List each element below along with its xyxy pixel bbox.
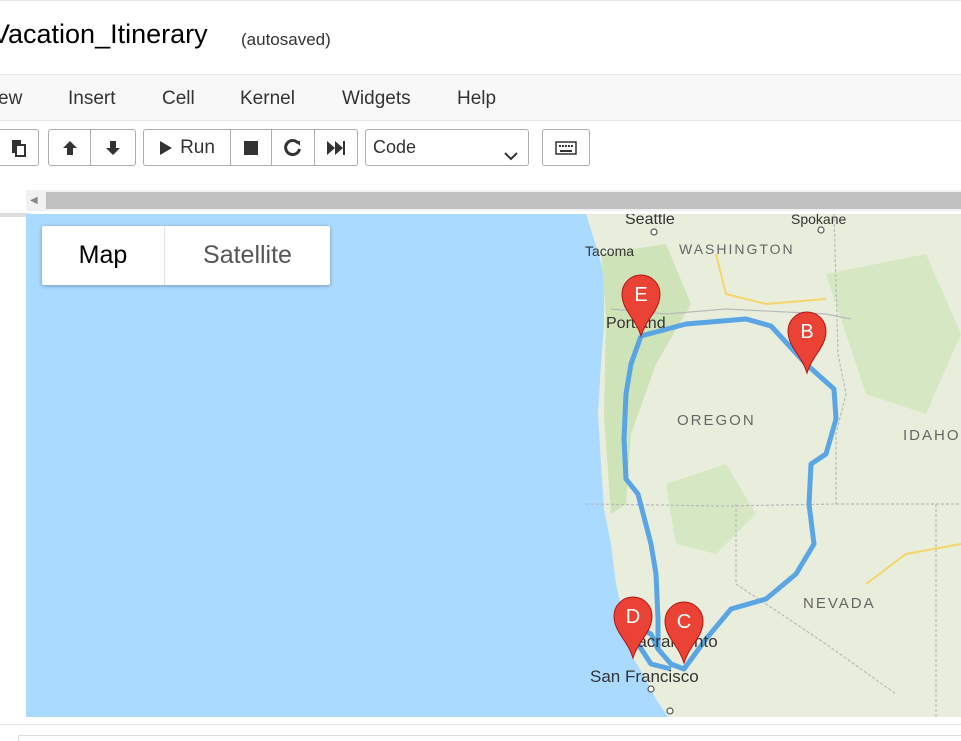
scroll-left-icon[interactable]: ◀ bbox=[30, 195, 38, 206]
horizontal-scrollbar[interactable]: ◀ bbox=[26, 190, 961, 211]
move-up-button[interactable] bbox=[48, 129, 91, 166]
next-cell[interactable] bbox=[0, 724, 961, 741]
arrow-up-icon bbox=[61, 139, 79, 157]
state-label: NEVADA bbox=[803, 595, 876, 612]
stop-button[interactable] bbox=[230, 129, 272, 166]
cell-type-value: Code bbox=[373, 137, 417, 157]
restart-button[interactable] bbox=[271, 129, 315, 166]
marker-label: C bbox=[677, 611, 691, 633]
marker-label: B bbox=[800, 321, 813, 343]
run-button[interactable]: Run bbox=[143, 129, 231, 166]
menu-bar: ew Insert Cell Kernel Widgets Help bbox=[0, 74, 961, 121]
scrollbar-thumb[interactable] bbox=[46, 192, 961, 209]
map-type-map-button[interactable]: Map bbox=[42, 226, 165, 285]
notebook-title[interactable]: Vacation_Itinerary bbox=[0, 19, 208, 50]
state-label: OREGON bbox=[677, 412, 756, 429]
cell-type-select[interactable]: Code bbox=[365, 129, 529, 166]
keyboard-icon bbox=[555, 140, 577, 155]
next-cell-border bbox=[18, 735, 961, 741]
autosave-status: (autosaved) bbox=[241, 30, 331, 49]
city-label: Seattle bbox=[625, 214, 675, 228]
menu-insert[interactable]: Insert bbox=[68, 88, 116, 110]
cell-prompt-area bbox=[0, 173, 26, 714]
command-palette-button[interactable] bbox=[542, 129, 590, 166]
city-label: San Francisco bbox=[590, 667, 699, 686]
city-label: Spokane bbox=[791, 214, 846, 227]
map-type-control: Map Satellite bbox=[42, 226, 330, 285]
map-type-satellite-button[interactable]: Satellite bbox=[165, 226, 330, 285]
menu-view[interactable]: ew bbox=[0, 88, 22, 110]
city-label: Tacoma bbox=[585, 243, 634, 259]
output-cell: ◀ Seattle Spokane Tacoma WASHINGTON OREG… bbox=[0, 173, 961, 740]
menu-help[interactable]: Help bbox=[457, 88, 496, 110]
city-dot bbox=[647, 685, 655, 693]
play-icon bbox=[159, 140, 173, 156]
state-label: IDAHO bbox=[903, 427, 961, 444]
menu-cell[interactable]: Cell bbox=[162, 88, 195, 110]
city-dot bbox=[666, 707, 674, 715]
toolbar: Run Code bbox=[0, 121, 961, 173]
run-all-button[interactable] bbox=[314, 129, 358, 166]
paste-icon bbox=[8, 138, 28, 158]
marker-label: E bbox=[634, 284, 647, 306]
menu-widgets[interactable]: Widgets bbox=[342, 88, 411, 110]
menu-kernel[interactable]: Kernel bbox=[240, 88, 295, 110]
paste-button[interactable] bbox=[0, 129, 39, 166]
city-dot bbox=[817, 226, 825, 234]
state-label: WASHINGTON bbox=[679, 241, 795, 257]
arrow-down-icon bbox=[104, 139, 122, 157]
chevron-down-icon bbox=[504, 140, 518, 175]
move-down-button[interactable] bbox=[90, 129, 136, 166]
fast-forward-icon bbox=[326, 140, 346, 156]
map-canvas[interactable]: Seattle Spokane Tacoma WASHINGTON Portla… bbox=[26, 214, 961, 717]
city-dot bbox=[650, 228, 658, 236]
restart-icon bbox=[284, 138, 302, 157]
map-widget[interactable]: Seattle Spokane Tacoma WASHINGTON Portla… bbox=[26, 214, 961, 717]
run-label: Run bbox=[180, 136, 215, 158]
marker-label: D bbox=[626, 606, 640, 628]
stop-icon bbox=[243, 140, 259, 156]
notebook-header: Vacation_Itinerary (autosaved) bbox=[0, 0, 961, 74]
